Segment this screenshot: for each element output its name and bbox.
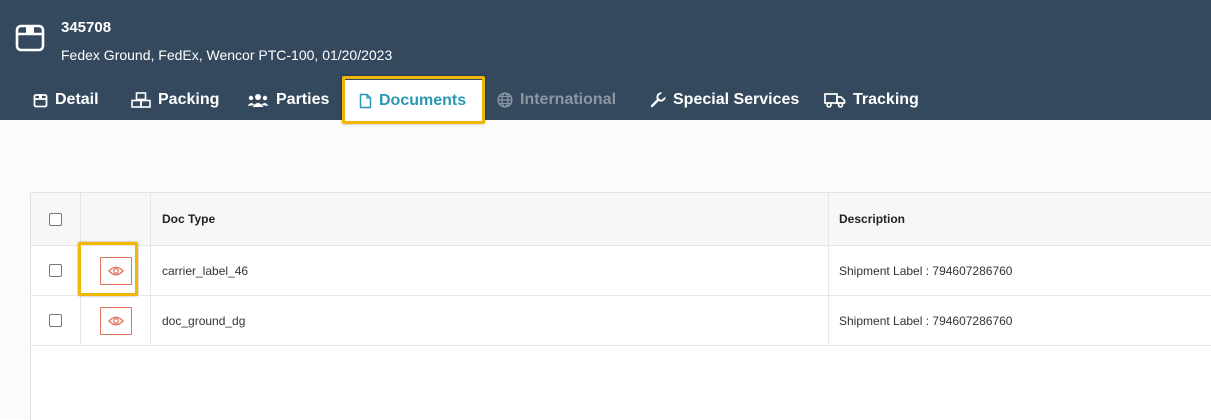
- truck-icon: [824, 93, 846, 108]
- row-checkbox-cell: [31, 296, 81, 345]
- tab-tracking-label: Tracking: [853, 91, 919, 108]
- wrench-icon: [650, 92, 666, 108]
- users-icon: [247, 93, 269, 107]
- header-checkbox-cell: [31, 193, 81, 245]
- package-box-icon: [15, 24, 45, 52]
- tab-packing-label: Packing: [158, 91, 220, 108]
- tab-documents-label: Documents: [379, 92, 467, 109]
- tab-bar: Detail Packing Parties Documents Interna…: [0, 80, 1211, 122]
- column-header-description[interactable]: Description: [829, 193, 1211, 245]
- row-view-cell: [81, 296, 151, 345]
- eye-icon: [107, 316, 124, 325]
- tab-special-services[interactable]: Special Services: [650, 80, 799, 120]
- table-row[interactable]: carrier_label_46 Shipment Label : 794607…: [31, 246, 1211, 296]
- row-view-cell: [81, 246, 151, 295]
- tab-detail-label: Detail: [55, 91, 99, 108]
- tab-parties[interactable]: Parties: [247, 80, 329, 120]
- file-icon: [359, 93, 372, 109]
- eye-icon: [107, 266, 124, 275]
- view-document-button[interactable]: [99, 256, 132, 285]
- documents-table: Doc Type Description carrier_label_46 Sh…: [30, 192, 1211, 420]
- header-view-cell: [81, 193, 151, 245]
- row-checkbox-cell: [31, 246, 81, 295]
- shipment-id: 345708: [61, 19, 112, 36]
- globe-icon: [497, 92, 513, 108]
- tab-international-label: International: [520, 91, 617, 108]
- calendar-box-icon: [33, 93, 48, 107]
- doc-type-cell: doc_ground_dg: [151, 296, 829, 345]
- doc-type-cell: carrier_label_46: [151, 246, 829, 295]
- shipment-subtitle: Fedex Ground, FedEx, Wencor PTC-100, 01/…: [61, 47, 393, 63]
- tab-detail[interactable]: Detail: [33, 80, 99, 120]
- boxes-icon: [131, 92, 151, 108]
- tab-international[interactable]: International: [497, 80, 616, 120]
- tab-parties-label: Parties: [276, 91, 330, 108]
- row-checkbox[interactable]: [49, 314, 62, 327]
- tab-packing[interactable]: Packing: [131, 80, 219, 120]
- shipment-header: 345708 Fedex Ground, FedEx, Wencor PTC-1…: [0, 0, 1211, 122]
- row-checkbox[interactable]: [49, 264, 62, 277]
- select-all-checkbox[interactable]: [49, 212, 62, 226]
- tab-documents[interactable]: Documents: [345, 80, 485, 122]
- tab-special-services-label: Special Services: [673, 91, 800, 108]
- description-cell: Shipment Label : 794607286760: [839, 263, 1013, 278]
- column-header-doc-type[interactable]: Doc Type: [151, 193, 829, 245]
- table-row[interactable]: doc_ground_dg Shipment Label : 794607286…: [31, 296, 1211, 346]
- table-header-row: Doc Type Description: [31, 193, 1211, 246]
- description-cell: Shipment Label : 794607286760: [839, 313, 1013, 328]
- tab-tracking[interactable]: Tracking: [824, 80, 919, 120]
- view-document-button[interactable]: [99, 306, 132, 335]
